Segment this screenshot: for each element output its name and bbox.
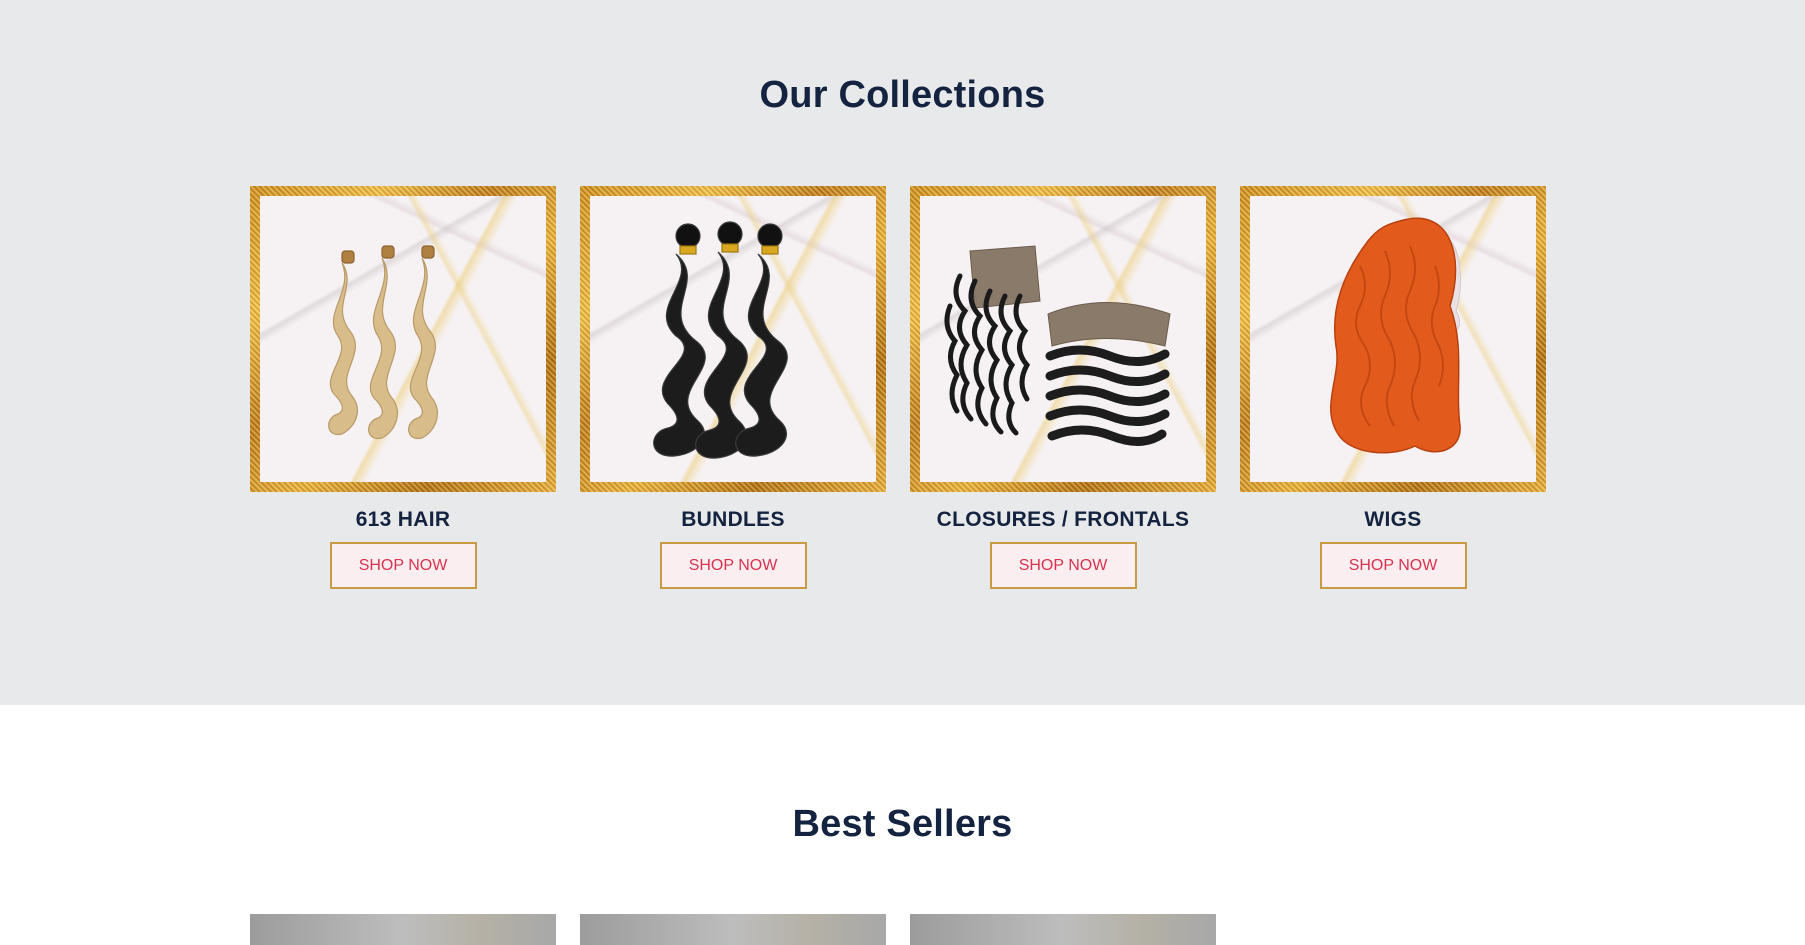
collection-image-frame[interactable] bbox=[910, 186, 1216, 492]
closure-frontal-image bbox=[920, 196, 1206, 482]
collection-label: 613 HAIR bbox=[355, 508, 451, 531]
shop-now-button[interactable]: SHOP NOW bbox=[329, 542, 477, 589]
best-seller-product-image[interactable] bbox=[910, 914, 1216, 945]
collection-image-frame[interactable] bbox=[1240, 186, 1546, 492]
collection-label: CLOSURES / FRONTALS bbox=[936, 508, 1190, 531]
collections-title: Our Collections bbox=[759, 74, 1046, 116]
collections-section: Our Collections 613 HAIR SHOP NOW BUNDLE… bbox=[0, 0, 1805, 705]
collection-card-613-hair: 613 HAIR SHOP NOW bbox=[250, 186, 556, 589]
best-sellers-title: Best Sellers bbox=[792, 803, 1013, 845]
blonde-bundles-image bbox=[260, 196, 546, 482]
black-bundles-image bbox=[590, 196, 876, 482]
collection-label: BUNDLES bbox=[681, 508, 785, 531]
orange-wig-image bbox=[1250, 196, 1536, 482]
shop-now-button[interactable]: SHOP NOW bbox=[989, 542, 1137, 589]
shop-now-button[interactable]: SHOP NOW bbox=[659, 542, 807, 589]
best-seller-product-image[interactable] bbox=[580, 914, 886, 945]
collection-image-frame[interactable] bbox=[250, 186, 556, 492]
shop-now-button[interactable]: SHOP NOW bbox=[1319, 542, 1467, 589]
collection-card-closures-frontals: CLOSURES / FRONTALS SHOP NOW bbox=[910, 186, 1216, 589]
collection-image-frame[interactable] bbox=[580, 186, 886, 492]
collection-card-bundles: BUNDLES SHOP NOW bbox=[580, 186, 886, 589]
best-seller-product-image[interactable] bbox=[250, 914, 556, 945]
collection-card-wigs: WIGS SHOP NOW bbox=[1240, 186, 1546, 589]
collection-label: WIGS bbox=[1364, 508, 1422, 531]
